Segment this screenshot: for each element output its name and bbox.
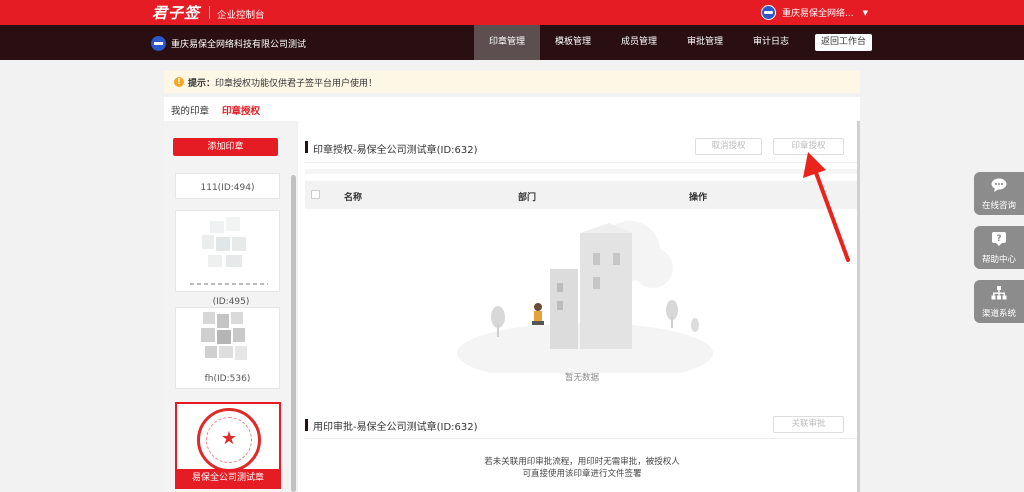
auth-section-title: 印章授权-易保全公司测试章(ID:632) [313,145,478,156]
seal-image-blurred [200,217,258,275]
seal-auth-section: 印章授权-易保全公司测试章(ID:632) 取消授权 印章授权 名称 部门 操作… [305,121,859,394]
hint-text: 提示：印章授权功能仅供君子签平台用户使用！ [188,76,377,89]
annotation-arrow [803,152,850,262]
spacer [305,169,859,174]
empty-data-text: 暂无数据 [564,373,599,383]
tab-seal-auth[interactable]: 印章授权 [222,103,260,117]
approval-desc-line2: 可直接使用该印章进行文件签署 [522,469,642,479]
caret-down-icon: ▼ [862,8,868,17]
select-all-checkbox[interactable] [311,190,320,199]
hint-message: 印章授权功能仅供君子签平台用户使用！ [215,79,378,89]
seal-list-panel[interactable]: 添加印章 111(ID:494) (ID:495) fh(ID:536) ★ 易… [164,121,298,492]
nav-tab-seal-management[interactable]: 印章管理 [474,25,540,60]
section-marker [305,419,308,431]
nav-tab-template-management[interactable]: 模板管理 [540,25,606,60]
online-consult-label: 在线咨询 [981,201,1016,211]
seal-caption-blurred [190,283,268,285]
seal-approval-section: 用印审批-易保全公司测试章(ID:632) 关联审批 若未关联用印审批流程，用印… [305,403,859,492]
user-menu[interactable]: 重庆易保全网络... ▼ [761,5,868,20]
channel-system-button[interactable]: 渠道系统 [974,280,1024,323]
column-department: 部门 [518,193,537,203]
nav-tab-audit-log[interactable]: 审计日志 [738,25,804,60]
divider [305,438,859,439]
seal-label: 易保全公司测试章(ID:632) [177,469,279,492]
chat-icon [991,178,1007,192]
sub-tabs: 我的印章 印章授权 [164,97,860,121]
user-avatar [761,5,776,20]
tab-my-seals[interactable]: 我的印章 [171,103,209,117]
seal-card-632-selected[interactable]: ★ 易保全公司测试章(ID:632) [175,402,281,492]
help-center-label: 帮助中心 [981,255,1016,265]
online-consult-button[interactable]: 在线咨询 [974,172,1024,215]
junziqian-logo[interactable]: 君子签 [152,2,200,23]
hint-prefix: 提示： [188,79,216,89]
user-name: 重庆易保全网络... [782,9,854,19]
org-icon [991,286,1007,300]
seal-card-495[interactable] [175,210,280,292]
company-info: 重庆易保全网络科技有限公司测试 [151,36,306,51]
seal-list-scroll-thumb[interactable] [291,175,296,492]
column-action: 操作 [689,193,708,203]
seal-card-536[interactable]: fh(ID:536) [175,307,280,389]
seal-label: fh(ID:536) [204,374,251,384]
approval-desc-line1: 若未关联用印审批流程，用印时无需审批，被授权人 [484,457,680,467]
help-icon: ? [992,232,1006,246]
help-center-button[interactable]: ? 帮助中心 [974,226,1024,269]
company-seal-stamp: ★ [197,408,261,472]
console-title: 企业控制台 [217,10,265,21]
nav-tab-approval-management[interactable]: 审批管理 [672,25,738,60]
column-name: 名称 [344,193,363,203]
logo-divider [209,6,210,19]
approval-section-title: 用印审批-易保全公司测试章(ID:632) [313,422,478,433]
cancel-auth-button[interactable]: 取消授权 [695,138,762,155]
divider [305,162,859,163]
seal-label: (ID:495) [212,297,250,307]
content-scrollbar[interactable] [857,121,860,492]
nav-tab-member-management[interactable]: 成员管理 [606,25,672,60]
add-seal-button[interactable]: 添加印章 [173,138,278,156]
seal-label: 111(ID:494) [200,183,255,193]
company-logo-icon [151,36,166,51]
top-bar: 君子签 企业控制台 重庆易保全网络... ▼ [0,0,1024,25]
empty-state-illustration [457,221,713,373]
hint-banner: ! 提示：印章授权功能仅供君子签平台用户使用！ [164,71,860,93]
link-approval-button[interactable]: 关联审批 [773,416,844,433]
seal-image-blurred [201,312,261,372]
seal-card-494[interactable]: 111(ID:494) [175,173,280,199]
channel-system-label: 渠道系统 [981,309,1016,319]
section-marker [305,141,308,153]
main-nav: 重庆易保全网络科技有限公司测试 印章管理 模板管理 成员管理 审批管理 审计日志… [0,25,1024,60]
back-to-workbench-button[interactable]: 返回工作台 [815,34,872,51]
warning-icon: ! [174,77,184,87]
svg-text:?: ? [996,234,1001,244]
table-header: 名称 部门 操作 [305,181,859,209]
star-icon: ★ [220,428,238,449]
company-name: 重庆易保全网络科技有限公司测试 [171,40,307,50]
